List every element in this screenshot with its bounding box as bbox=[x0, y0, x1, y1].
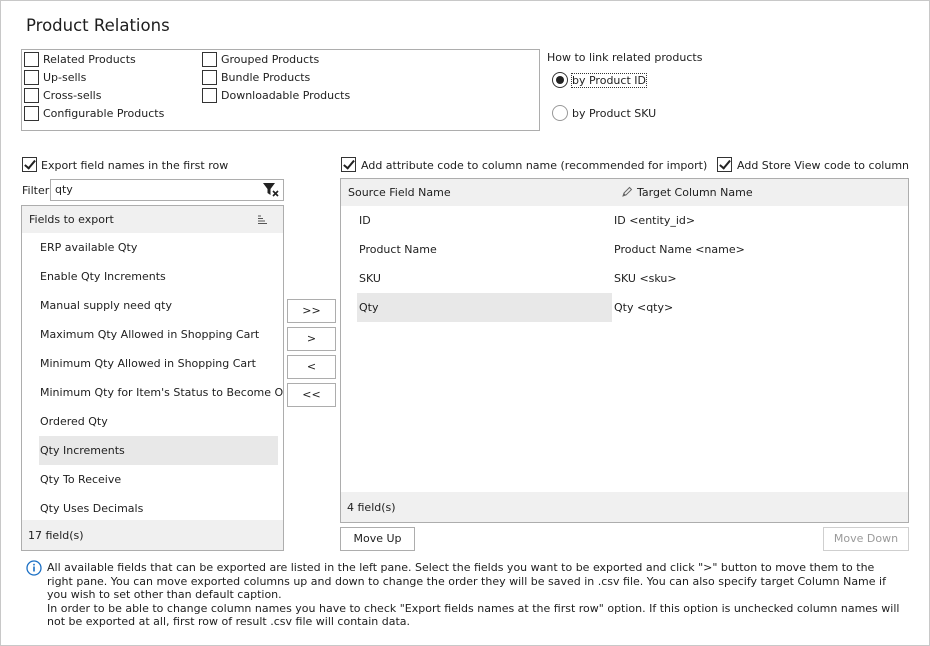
add-attribute-code-label: Add attribute code to column name (recom… bbox=[361, 159, 708, 172]
field-item-selected[interactable]: Qty Increments bbox=[39, 436, 278, 465]
remove-button[interactable]: < bbox=[287, 355, 336, 379]
move-up-button[interactable]: Move Up bbox=[340, 527, 415, 551]
grouped-products-label: Grouped Products bbox=[221, 53, 320, 66]
info-icon bbox=[26, 560, 42, 576]
source-field-cell[interactable]: Product Name bbox=[357, 235, 612, 264]
help-text: All available fields that can be exporte… bbox=[47, 561, 902, 629]
cross-sells-checkbox[interactable] bbox=[24, 88, 39, 103]
bundle-products-checkbox[interactable] bbox=[202, 70, 217, 85]
field-item[interactable]: Qty To Receive bbox=[39, 465, 278, 494]
fields-count-bar: 17 field(s) bbox=[22, 520, 283, 550]
filter-label: Filter bbox=[22, 184, 50, 197]
by-product-id-radio[interactable] bbox=[552, 72, 568, 88]
source-field-cell[interactable]: SKU bbox=[357, 264, 612, 293]
related-products-label: Related Products bbox=[43, 53, 136, 66]
clear-filter-icon[interactable] bbox=[262, 182, 280, 198]
grouped-products-checkbox[interactable] bbox=[202, 52, 217, 67]
up-sells-label: Up-sells bbox=[43, 71, 87, 84]
target-column-cell[interactable]: SKU <sku> bbox=[614, 264, 904, 293]
field-item[interactable]: Minimum Qty Allowed in Shopping Cart bbox=[39, 349, 278, 378]
move-down-button[interactable]: Move Down bbox=[823, 527, 909, 551]
field-item[interactable]: Maximum Qty Allowed in Shopping Cart bbox=[39, 320, 278, 349]
up-sells-checkbox[interactable] bbox=[24, 70, 39, 85]
downloadable-products-checkbox[interactable] bbox=[202, 88, 217, 103]
add-button[interactable]: > bbox=[287, 327, 336, 351]
link-label: How to link related products bbox=[547, 51, 703, 64]
target-column-header[interactable]: Target Column Name bbox=[637, 186, 753, 199]
field-item[interactable]: Qty Uses Decimals bbox=[39, 494, 278, 523]
help-text-line2: In order to be able to change column nam… bbox=[47, 601, 900, 629]
fields-to-export-list[interactable]: Fields to export ERP available Qty Enabl… bbox=[21, 205, 284, 551]
add-all-button[interactable]: >> bbox=[287, 299, 336, 323]
export-field-names-checkbox[interactable] bbox=[22, 157, 37, 172]
field-item[interactable]: Ordered Qty bbox=[39, 407, 278, 436]
columns-count: 4 field(s) bbox=[347, 501, 396, 514]
cross-sells-label: Cross-sells bbox=[43, 89, 102, 102]
grid-header: Source Field Name Target Column Name bbox=[341, 179, 908, 206]
by-product-sku-radio[interactable] bbox=[552, 105, 568, 121]
add-attribute-code-checkbox[interactable] bbox=[341, 157, 356, 172]
target-column-cell[interactable]: ID <entity_id> bbox=[614, 206, 904, 235]
by-product-sku-label[interactable]: by Product SKU bbox=[572, 107, 656, 120]
configurable-products-label: Configurable Products bbox=[43, 107, 165, 120]
field-item[interactable]: Enable Qty Increments bbox=[39, 262, 278, 291]
export-field-names-label: Export field names in the first row bbox=[41, 159, 229, 172]
field-item[interactable]: Minimum Qty for Item's Status to Become … bbox=[39, 378, 283, 407]
field-item[interactable]: Manual supply need qty bbox=[39, 291, 278, 320]
export-columns-grid[interactable]: Source Field Name Target Column Name ID … bbox=[340, 178, 909, 523]
related-products-checkbox[interactable] bbox=[24, 52, 39, 67]
source-field-cell-selected[interactable]: Qty bbox=[357, 293, 612, 322]
fields-list-header: Fields to export bbox=[22, 206, 283, 233]
remove-all-button[interactable]: << bbox=[287, 383, 336, 407]
fields-count: 17 field(s) bbox=[28, 529, 84, 542]
target-column-cell[interactable]: Qty <qty> bbox=[614, 293, 904, 322]
bundle-products-label: Bundle Products bbox=[221, 71, 311, 84]
relations-group: Related Products Up-sells Cross-sells Co… bbox=[21, 49, 540, 131]
filter-value: qty bbox=[55, 183, 73, 196]
field-item[interactable]: ERP available Qty bbox=[39, 233, 278, 262]
add-store-view-checkbox[interactable] bbox=[717, 157, 732, 172]
downloadable-products-label: Downloadable Products bbox=[221, 89, 351, 102]
add-store-view-label: Add Store View code to column nam bbox=[737, 159, 909, 172]
help-text-line1: All available fields that can be exporte… bbox=[47, 561, 886, 601]
source-field-header[interactable]: Source Field Name bbox=[348, 186, 451, 199]
fields-list-header-label: Fields to export bbox=[29, 213, 114, 226]
target-column-cell[interactable]: Product Name <name> bbox=[614, 235, 904, 264]
pencil-icon bbox=[622, 186, 633, 197]
columns-count-bar: 4 field(s) bbox=[341, 492, 908, 522]
by-product-id-label[interactable]: by Product ID bbox=[571, 73, 647, 88]
filter-input[interactable]: qty bbox=[50, 179, 284, 201]
sort-icon[interactable] bbox=[258, 215, 268, 224]
source-field-cell[interactable]: ID bbox=[357, 206, 612, 235]
configurable-products-checkbox[interactable] bbox=[24, 106, 39, 121]
page-title: Product Relations bbox=[26, 16, 170, 35]
